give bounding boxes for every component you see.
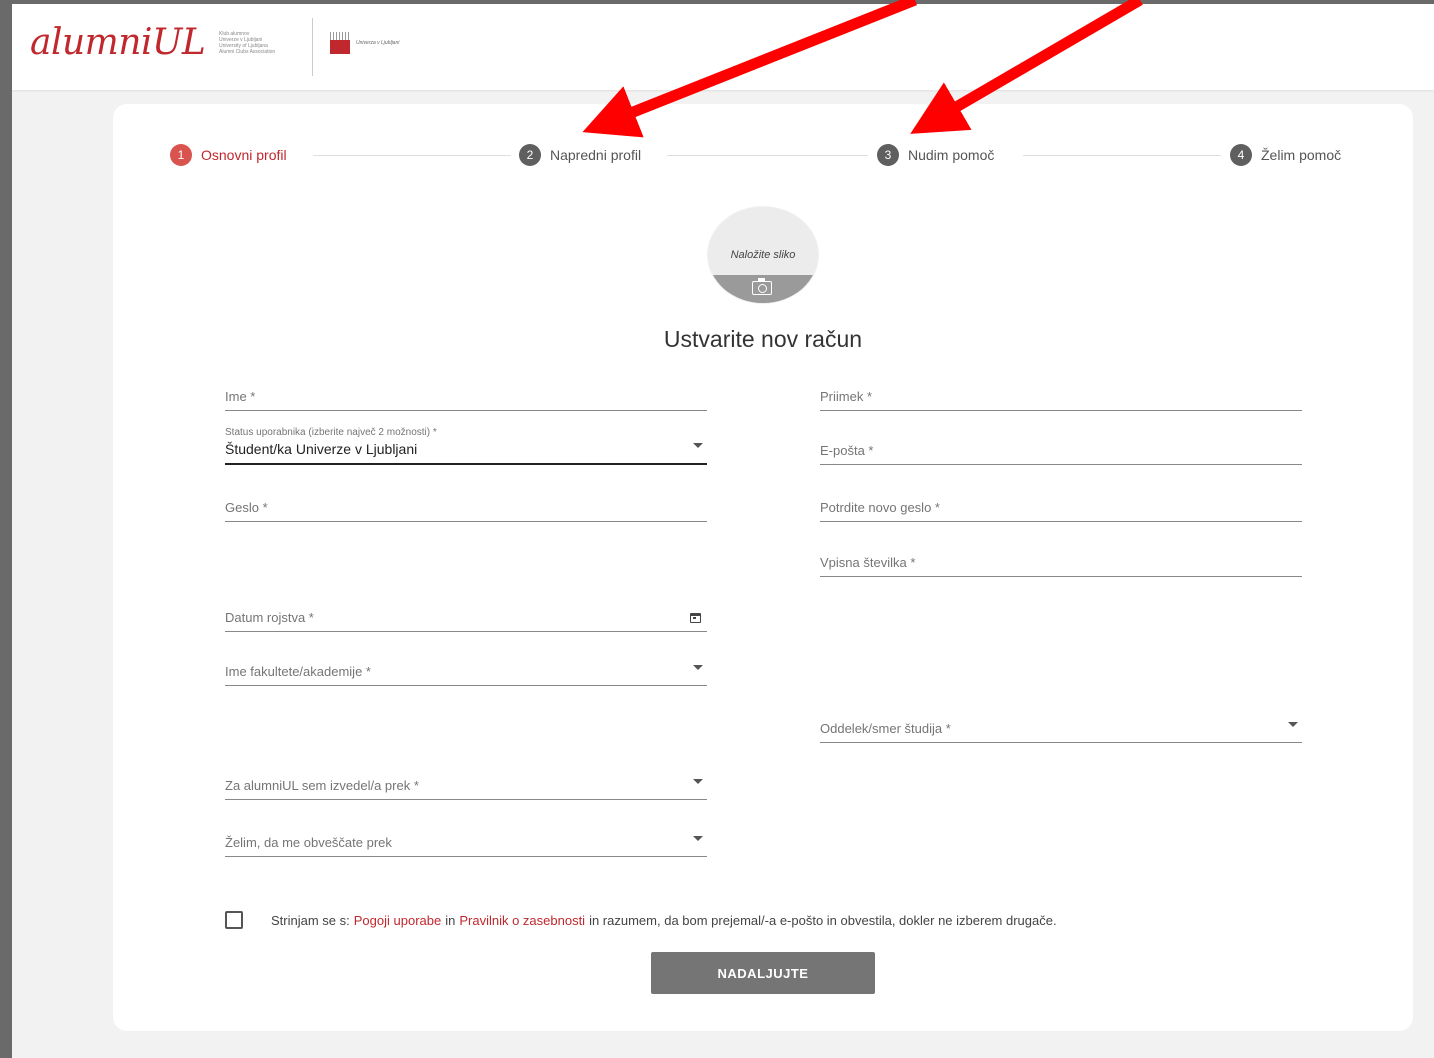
university-mark-icon: [330, 32, 350, 54]
chevron-down-icon: [1288, 722, 1298, 727]
enrollment-number-label: Vpisna številka *: [820, 555, 916, 570]
consent-prefix: Strinjam se s:: [271, 912, 350, 928]
step-offer-help[interactable]: 3 Nudim pomoč: [877, 144, 994, 166]
consent-and: in: [445, 912, 456, 928]
department-select[interactable]: Oddelek/smer študija *: [820, 706, 1302, 743]
privacy-policy-link[interactable]: Pravilnik o zasebnosti: [459, 913, 585, 928]
confirm-password-field[interactable]: Potrdite novo geslo *: [820, 485, 1302, 522]
avatar-upload[interactable]: Naložite sliko: [707, 206, 819, 304]
logo-divider: [312, 18, 313, 76]
chevron-down-icon: [693, 779, 703, 784]
status-select[interactable]: Status uporabnika (izberite največ 2 mož…: [225, 427, 707, 465]
first-name-field[interactable]: Ime *: [225, 374, 707, 411]
last-name-label: Priimek *: [820, 389, 873, 404]
page: alumniUL Klub alumnov Univerze v Ljublja…: [12, 4, 1434, 1058]
status-label: Status uporabnika (izberite največ 2 mož…: [225, 427, 437, 438]
upload-photo-label: Naložite sliko: [730, 249, 796, 261]
last-name-field[interactable]: Priimek *: [820, 374, 1302, 411]
confirm-password-label: Potrdite novo geslo *: [820, 500, 940, 515]
step-basic-profile[interactable]: 1 Osnovni profil: [170, 144, 287, 166]
department-label: Oddelek/smer študija *: [820, 721, 951, 736]
alumniul-logo[interactable]: alumniUL: [30, 22, 206, 63]
heard-via-label: Za alumniUL sem izvedel/a prek *: [225, 778, 419, 793]
window-frame-left: [0, 0, 12, 1058]
faculty-select[interactable]: Ime fakultete/akademije *: [225, 649, 707, 686]
email-field[interactable]: E-pošta *: [820, 428, 1302, 465]
camera-icon: [752, 278, 772, 295]
chevron-down-icon: [693, 443, 703, 448]
step-label: Nudim pomoč: [908, 147, 995, 163]
step-number: 3: [877, 144, 899, 166]
step-label: Osnovni profil: [201, 147, 287, 163]
alumni-club-caption: Klub alumnov Univerze v Ljubljani Univer…: [219, 31, 276, 55]
faculty-label: Ime fakultete/akademije *: [225, 664, 371, 679]
step-label: Napredni profil: [550, 147, 642, 163]
continue-button[interactable]: NADALJUJTE: [651, 952, 875, 994]
chevron-down-icon: [693, 836, 703, 841]
status-value: Študent/ka Univerze v Ljubljani: [225, 441, 418, 457]
step-connector: [313, 155, 511, 156]
notify-via-select[interactable]: Želim, da me obveščate prek: [225, 820, 707, 857]
step-label: Želim pomoč: [1261, 147, 1342, 163]
step-connector: [1023, 155, 1221, 156]
step-need-help[interactable]: 4 Želim pomoč: [1230, 144, 1341, 166]
consent-suffix: in razumem, da bom prejemal/-a e-pošto i…: [589, 912, 1057, 928]
registration-card: 1 Osnovni profil 2 Napredni profil 3 Nud…: [113, 104, 1413, 1031]
stepper: 1 Osnovni profil 2 Napredni profil 3 Nud…: [113, 104, 1413, 166]
calendar-icon[interactable]: [690, 613, 701, 623]
step-number: 4: [1230, 144, 1252, 166]
step-connector: [667, 155, 868, 156]
email-label: E-pošta *: [820, 443, 874, 458]
terms-of-use-link[interactable]: Pogoji uporabe: [354, 913, 441, 928]
password-field[interactable]: Geslo *: [225, 485, 707, 522]
page-title: Ustvarite nov račun: [663, 326, 863, 352]
consent-checkbox[interactable]: [225, 911, 243, 929]
consent-row: Strinjam se s: Pogoji uporabe in Praviln…: [225, 910, 1057, 930]
notify-via-label: Želim, da me obveščate prek: [225, 835, 392, 850]
chevron-down-icon: [693, 665, 703, 670]
university-name: Univerza v Ljubljani: [356, 40, 400, 46]
birth-date-label: Datum rojstva *: [225, 610, 314, 625]
step-advanced-profile[interactable]: 2 Napredni profil: [519, 144, 641, 166]
site-header: alumniUL Klub alumnov Univerze v Ljublja…: [12, 4, 1434, 90]
step-number: 2: [519, 144, 541, 166]
password-label: Geslo *: [225, 500, 268, 515]
enrollment-number-field[interactable]: Vpisna številka *: [820, 540, 1302, 577]
step-number: 1: [170, 144, 192, 166]
heard-via-select[interactable]: Za alumniUL sem izvedel/a prek *: [225, 763, 707, 800]
first-name-label: Ime *: [225, 389, 256, 404]
birth-date-field[interactable]: Datum rojstva *: [225, 595, 707, 632]
